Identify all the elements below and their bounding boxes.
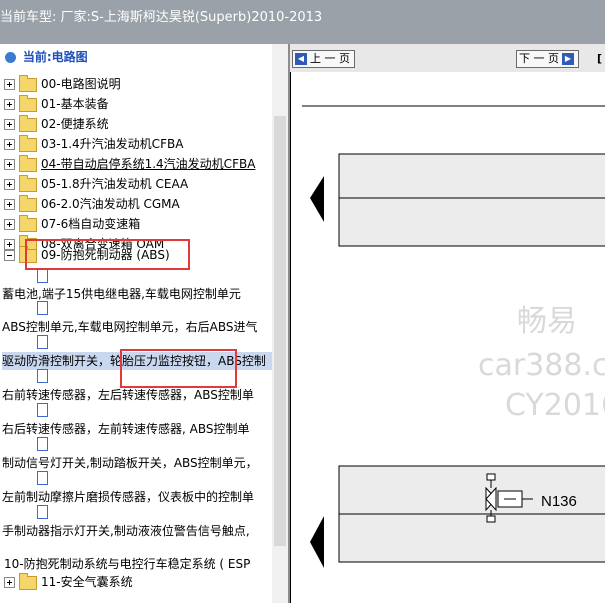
document-icon [37,369,48,383]
tree-document[interactable]: 左前制动摩擦片磨损传感器，仪表板中的控制单 [2,488,254,506]
expand-icon[interactable] [4,139,15,150]
expand-icon[interactable] [4,119,15,130]
component-label-n136: N136 [541,493,577,510]
tree-folder[interactable]: 05-1.8升汽油发动机 CEAA [0,174,189,193]
tree-folder[interactable]: 03-1.4升汽油发动机CFBA [0,134,184,153]
folder-icon [19,214,37,232]
current-car-model: 当前车型: 厂家:S-上海斯柯达昊锐(Superb)2010-2013 [0,10,323,25]
arrow-right-icon: ▶ [562,53,574,65]
folder-icon [19,572,37,590]
tree-folder-label: 02-便捷系统 [41,117,109,131]
document-icon [37,269,48,283]
tree-document-label: 右后转速传感器，左前转速传感器, ABS控制单 [2,422,250,436]
tree-folder-label: 06-2.0汽油发动机 CGMA [41,197,180,211]
tree-document-label: 制动信号灯开关,制动踏板开关，ABS控制单元， [2,456,258,470]
page-nav-bar: ◀ 上 一 页 下 一 页 ▶ [ [290,44,605,72]
tree-document-label: 蓄电池,端子15供电继电器,车载电网控制单元 [2,287,241,301]
folder-icon [19,114,37,132]
expand-icon[interactable] [4,219,15,230]
tree-folder-esp[interactable]: 10-防抱死制动系统与电控行车稳定系统 ( ESP [4,555,250,573]
nav-edge-mark: [ [597,52,603,65]
tree-folder-label: 03-1.4升汽油发动机CFBA [41,137,184,151]
folder-icon [19,74,37,92]
title-bar: 当前车型: 厂家:S-上海斯柯达昊锐(Superb)2010-2013 [0,0,605,44]
expand-icon[interactable] [4,179,15,190]
tree-folder[interactable]: 04-带自动启停系统1.4汽油发动机CFBA [0,154,256,173]
expand-icon[interactable] [4,99,15,110]
document-icon [37,471,48,485]
collapse-icon[interactable] [4,250,15,261]
scrollbar-thumb[interactable] [274,116,286,546]
prev-page-label: 上 一 页 [310,52,350,65]
folder-icon [19,94,37,112]
tree-folder-airbag[interactable]: 11-安全气囊系统 [0,572,133,591]
tree-folder[interactable]: 00-电路图说明 [0,74,121,93]
tree-folder-label: 00-电路图说明 [41,77,121,91]
highlight-box-button [120,349,237,388]
tree-folder-label: 01-基本装备 [41,97,109,111]
folder-icon [19,134,37,152]
tree-document-label: 右前转速传感器，左后转速传感器，ABS控制单 [2,388,254,402]
tree-folder-label: 04-带自动启停系统1.4汽油发动机CFBA [41,157,256,171]
circuit-tree: 当前:电路图 00-电路图说明 01-基本装备 02-便捷系统 03-1.4升汽油发动… [0,44,272,603]
watermark-line3: CY2016 [505,388,605,423]
tree-document-label: ABS控制单元,车载电网控制单元，右后ABS进气 [2,320,258,334]
tree-folder-label: 05-1.8升汽油发动机 CEAA [41,177,189,191]
folder-icon [19,154,37,172]
arrow-left-icon: ◀ [295,53,307,65]
tree-document[interactable]: ABS控制单元,车载电网控制单元，右后ABS进气 [2,318,258,336]
tree-document[interactable]: 右前转速传感器，左后转速传感器，ABS控制单 [2,386,254,404]
tree-folder[interactable]: 01-基本装备 [0,94,109,113]
tree-root[interactable]: 当前:电路图 [0,48,88,66]
tree-document-label: 手制动器指示灯开关,制动液液位警告信号触点, [2,524,250,538]
document-icon [37,505,48,519]
tree-folder-label: 10-防抱死制动系统与电控行车稳定系统 ( ESP [4,557,251,571]
expand-icon[interactable] [4,199,15,210]
tree-folder[interactable]: 07-6档自动变速箱 [0,214,141,233]
document-icon [37,403,48,417]
next-page-button[interactable]: 下 一 页 ▶ [516,50,579,68]
tree-document[interactable]: 制动信号灯开关,制动踏板开关，ABS控制单元， [2,454,258,472]
tree-root-label: 当前:电路图 [22,50,88,64]
tree-document[interactable]: 手制动器指示灯开关,制动液液位警告信号触点, [2,522,250,540]
prev-page-button[interactable]: ◀ 上 一 页 [292,50,355,68]
root-icon [5,52,16,63]
folder-icon [19,174,37,192]
folder-icon [19,194,37,212]
expand-icon[interactable] [4,159,15,170]
tree-scrollbar[interactable] [272,44,288,603]
tree-folder[interactable]: 02-便捷系统 [0,114,109,133]
expand-icon[interactable] [4,577,15,588]
document-icon [37,437,48,451]
tree-document[interactable]: 右后转速传感器，左前转速传感器, ABS控制单 [2,420,249,438]
tree-folder[interactable]: 06-2.0汽油发动机 CGMA [0,194,180,213]
highlight-box-abs [25,239,190,270]
tree-document-label: 左前制动摩擦片磨损传感器，仪表板中的控制单 [2,490,255,504]
tree-folder-label: 07-6档自动变速箱 [41,217,141,231]
watermark-line2: car388.cc [478,348,605,383]
document-icon [37,301,48,315]
tree-folder-label: 11-安全气囊系统 [41,575,133,589]
document-icon [37,335,48,349]
watermark-line1: 畅易 [517,304,577,339]
expand-icon[interactable] [4,79,15,90]
next-page-label: 下 一 页 [519,52,559,65]
